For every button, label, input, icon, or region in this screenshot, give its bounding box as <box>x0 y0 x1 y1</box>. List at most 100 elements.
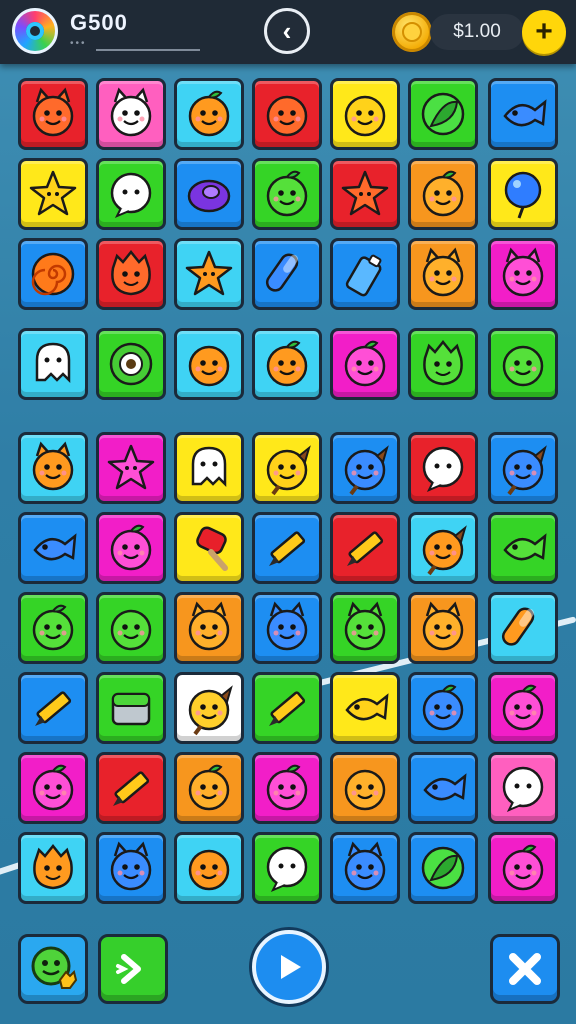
game-tile[interactable] <box>330 512 400 584</box>
game-tile[interactable] <box>96 672 166 744</box>
game-tile[interactable] <box>408 432 478 504</box>
game-tile[interactable] <box>96 238 166 310</box>
ghost-icon <box>191 446 227 488</box>
game-tile[interactable] <box>252 432 322 504</box>
game-tile[interactable] <box>330 432 400 504</box>
face-icon <box>344 95 386 137</box>
game-tile[interactable] <box>488 432 558 504</box>
game-tile[interactable] <box>408 592 478 664</box>
game-tile[interactable] <box>408 158 478 230</box>
cat-icon <box>110 841 152 891</box>
player-avatar[interactable] <box>12 8 58 54</box>
game-tile[interactable] <box>96 328 166 400</box>
game-tile[interactable] <box>96 512 166 584</box>
fish-icon <box>423 773 467 801</box>
game-tile[interactable] <box>408 672 478 744</box>
game-tile[interactable] <box>18 752 88 824</box>
game-tile[interactable] <box>18 672 88 744</box>
game-tile[interactable] <box>252 592 322 664</box>
chevron-left-icon: ‹ <box>282 15 292 46</box>
game-tile[interactable] <box>252 238 322 310</box>
game-tile[interactable] <box>252 752 322 824</box>
game-tile[interactable] <box>174 238 244 310</box>
game-tile[interactable] <box>96 832 166 904</box>
game-tile[interactable] <box>488 238 558 310</box>
game-tile[interactable] <box>18 432 88 504</box>
game-tile[interactable] <box>330 752 400 824</box>
game-tile[interactable] <box>488 78 558 150</box>
game-tile[interactable] <box>488 832 558 904</box>
game-tile[interactable] <box>174 78 244 150</box>
face-icon <box>188 849 230 891</box>
game-tile[interactable] <box>330 832 400 904</box>
game-tile[interactable] <box>252 328 322 400</box>
game-tile[interactable] <box>330 78 400 150</box>
game-tile[interactable] <box>174 752 244 824</box>
game-tile[interactable] <box>488 752 558 824</box>
fruit-icon <box>188 764 230 811</box>
game-tile[interactable] <box>330 328 400 400</box>
game-tile[interactable] <box>96 78 166 150</box>
game-tile[interactable] <box>408 238 478 310</box>
game-tile[interactable] <box>252 78 322 150</box>
buddy-button[interactable] <box>18 934 88 1004</box>
game-tile[interactable] <box>488 328 558 400</box>
cat-icon <box>422 247 464 297</box>
game-tile[interactable] <box>18 158 88 230</box>
game-tile[interactable] <box>174 158 244 230</box>
back-button[interactable]: ‹ <box>264 8 310 54</box>
cat-icon <box>110 87 152 137</box>
game-tile[interactable] <box>174 328 244 400</box>
game-tile[interactable] <box>408 78 478 150</box>
game-tile[interactable] <box>252 158 322 230</box>
donut-icon <box>187 179 231 213</box>
game-tile[interactable] <box>18 512 88 584</box>
game-tile[interactable] <box>408 512 478 584</box>
pencil-icon <box>347 531 384 566</box>
game-tile[interactable] <box>330 238 400 310</box>
bird-icon <box>422 525 467 576</box>
game-tile[interactable] <box>174 592 244 664</box>
game-tile[interactable] <box>252 832 322 904</box>
game-tile[interactable] <box>408 832 478 904</box>
game-tile[interactable] <box>96 752 166 824</box>
star-icon <box>341 170 389 216</box>
game-tile[interactable] <box>174 672 244 744</box>
game-tile[interactable] <box>96 592 166 664</box>
game-tile[interactable] <box>174 512 244 584</box>
fruit-icon <box>266 340 308 387</box>
game-tile[interactable] <box>18 78 88 150</box>
fruit-icon <box>502 684 544 731</box>
game-tile[interactable] <box>252 512 322 584</box>
play-icon <box>281 955 301 979</box>
game-tile[interactable] <box>488 512 558 584</box>
close-button[interactable] <box>490 934 560 1004</box>
game-tile[interactable] <box>18 592 88 664</box>
game-tile[interactable] <box>330 672 400 744</box>
game-tile[interactable] <box>408 752 478 824</box>
star-icon <box>185 250 233 296</box>
bubble-icon <box>502 766 544 812</box>
game-tile[interactable] <box>252 672 322 744</box>
next-button[interactable] <box>98 934 168 1004</box>
game-tile[interactable] <box>330 158 400 230</box>
game-tile[interactable] <box>488 158 558 230</box>
fruit-icon <box>502 844 544 891</box>
game-tile[interactable] <box>488 592 558 664</box>
add-coins-button[interactable]: + <box>522 10 566 54</box>
bird-icon <box>502 445 547 496</box>
game-tile[interactable] <box>174 432 244 504</box>
game-tile[interactable] <box>330 592 400 664</box>
game-tile[interactable] <box>18 328 88 400</box>
face-icon <box>110 609 152 651</box>
monster-icon <box>33 843 73 890</box>
play-button[interactable] <box>252 930 326 1004</box>
game-tile[interactable] <box>96 432 166 504</box>
game-tile[interactable] <box>488 672 558 744</box>
game-tile[interactable] <box>174 832 244 904</box>
game-tile[interactable] <box>96 158 166 230</box>
game-tile[interactable] <box>18 238 88 310</box>
popsicle-icon <box>196 526 228 571</box>
game-tile[interactable] <box>18 832 88 904</box>
game-tile[interactable] <box>408 328 478 400</box>
